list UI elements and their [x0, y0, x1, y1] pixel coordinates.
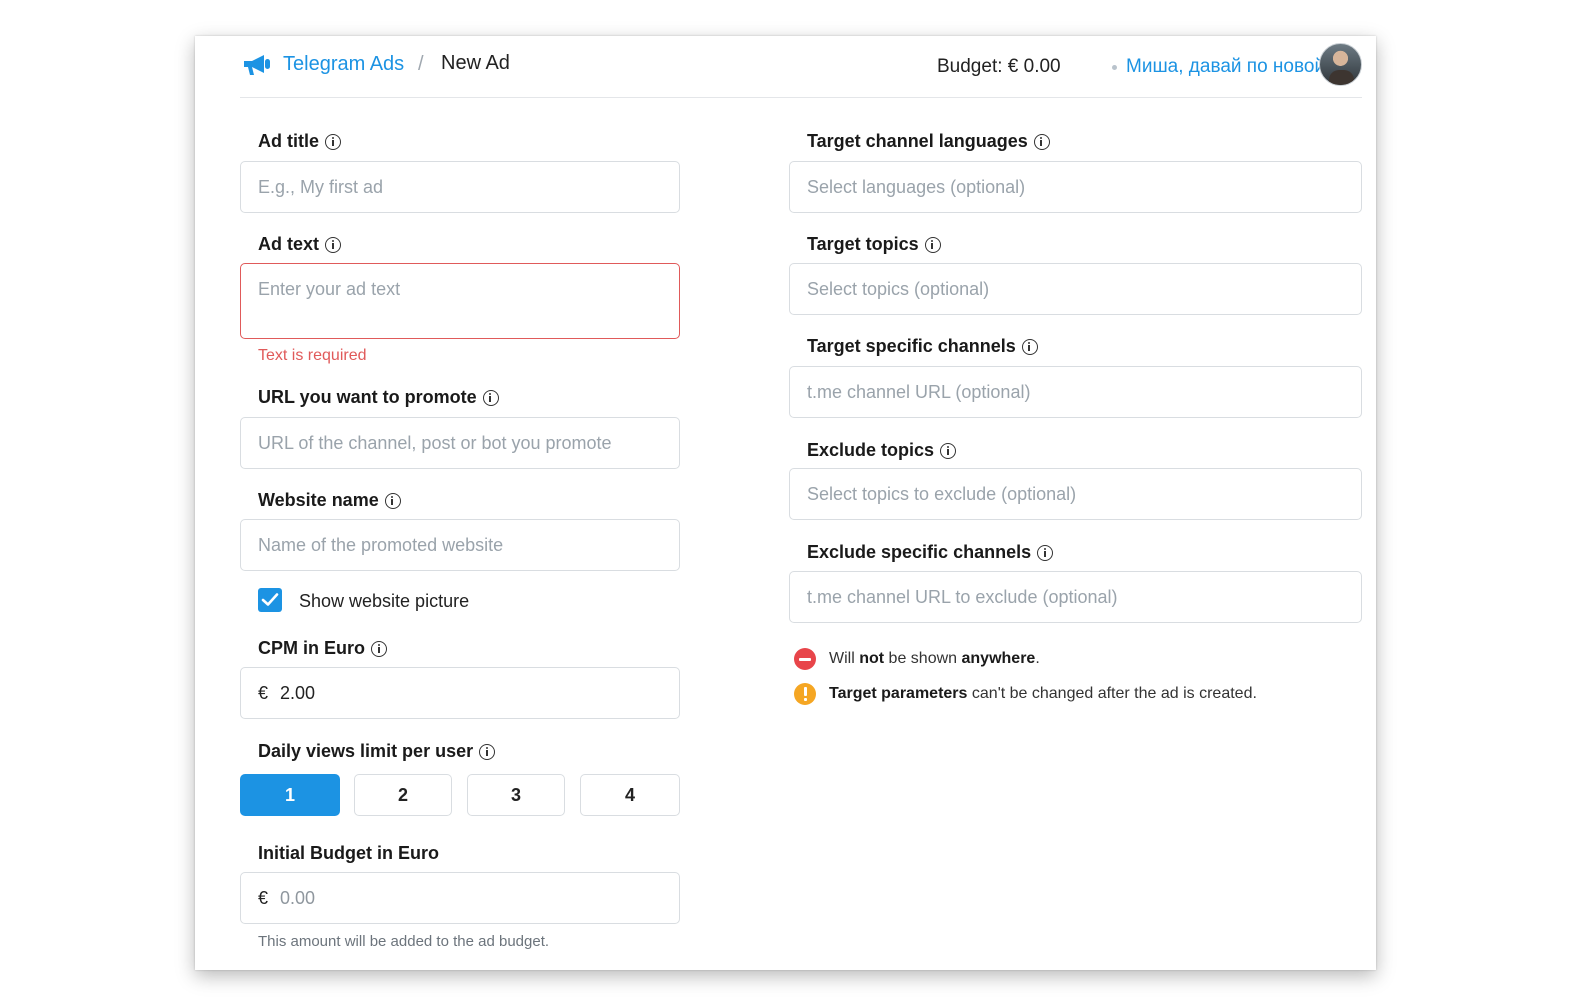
account-name: Миша, давай по новой [1126, 56, 1326, 77]
exclude-topics-select[interactable]: Select topics to exclude (optional) [789, 468, 1362, 520]
notice-2-bold: Target parameters [829, 685, 968, 702]
ad-text-label-text: Ad text [258, 234, 320, 254]
new-ad-card: Telegram Ads / New Ad Budget: € 0.00 Миш… [195, 36, 1376, 970]
channels-label-text: Target specific channels [807, 336, 1016, 356]
channels-input[interactable]: t.me channel URL (optional) [789, 366, 1362, 418]
budget-display: Budget: € 0.00 [937, 56, 1061, 77]
views-option-2[interactable]: 2 [354, 774, 452, 816]
info-icon[interactable] [1037, 544, 1054, 561]
exclude-topics-label-text: Exclude topics [807, 440, 935, 460]
url-placeholder: URL of the channel, post or bot you prom… [258, 432, 612, 453]
megaphone-icon [244, 55, 270, 75]
views-option-3[interactable]: 3 [467, 774, 565, 816]
cpm-label: CPM in Euro [258, 638, 387, 659]
info-icon[interactable] [384, 492, 401, 509]
url-input[interactable]: URL of the channel, post or bot you prom… [240, 417, 680, 469]
notice-1-bold2: anywhere [961, 650, 1036, 667]
info-icon[interactable] [479, 743, 496, 760]
languages-label: Target channel languages [807, 131, 1050, 152]
notice-2-rest: can't be changed after the ad is created… [971, 685, 1257, 702]
separator-dot [1112, 65, 1117, 70]
ad-text-placeholder: Enter your ad text [258, 279, 401, 299]
header: Telegram Ads / New Ad Budget: € 0.00 Миш… [240, 36, 1362, 98]
ad-title-label-text: Ad title [258, 131, 319, 151]
page-title: New Ad [441, 52, 510, 74]
topics-label-text: Target topics [807, 234, 919, 254]
initial-budget-label-text: Initial Budget in Euro [258, 843, 439, 863]
notice-1-pre: Will [829, 650, 855, 667]
notice-1-post: . [1035, 650, 1040, 667]
info-icon[interactable] [940, 442, 957, 459]
info-icon[interactable] [325, 236, 342, 253]
views-option-4[interactable]: 4 [580, 774, 680, 816]
checkmark-icon [261, 593, 279, 606]
notice-1-mid: be shown [888, 650, 958, 667]
ad-title-input[interactable]: E.g., My first ad [240, 161, 680, 213]
exclude-channels-input[interactable]: t.me channel URL to exclude (optional) [789, 571, 1362, 623]
notice-2-text: Target parameters can't be changed after… [829, 685, 1257, 703]
notice-target-params: Target parameters can't be changed after… [794, 683, 1257, 705]
info-icon[interactable] [924, 236, 941, 253]
channels-placeholder: t.me channel URL (optional) [807, 381, 1031, 402]
info-icon[interactable] [1021, 338, 1038, 355]
initial-budget-input[interactable]: € 0.00 [240, 872, 680, 924]
stop-icon [794, 648, 816, 670]
exclude-channels-label: Exclude specific channels [807, 542, 1054, 563]
info-icon[interactable] [371, 640, 387, 657]
topics-placeholder: Select topics (optional) [807, 278, 990, 299]
website-name-label-text: Website name [258, 490, 379, 510]
info-icon[interactable] [482, 389, 499, 406]
avatar[interactable] [1319, 43, 1362, 86]
exclude-channels-label-text: Exclude specific channels [807, 542, 1032, 562]
channels-label: Target specific channels [807, 336, 1038, 357]
cpm-label-text: CPM in Euro [258, 638, 365, 658]
ad-title-placeholder: E.g., My first ad [258, 176, 384, 197]
ad-text-error: Text is required [258, 347, 367, 364]
website-name-label: Website name [258, 490, 401, 511]
website-name-input[interactable]: Name of the promoted website [240, 519, 680, 571]
initial-budget-value: 0.00 [280, 887, 316, 908]
account-dropdown[interactable]: Миша, давай по новой [1126, 56, 1345, 78]
exclude-topics-label: Exclude topics [807, 440, 957, 461]
show-picture-label[interactable]: Show website picture [299, 591, 469, 612]
notice-1-text: Will not be shown anywhere. [829, 650, 1040, 668]
topics-label: Target topics [807, 234, 941, 255]
daily-views-label: Daily views limit per user [258, 741, 496, 762]
info-icon[interactable] [325, 133, 341, 150]
info-icon[interactable] [1033, 133, 1050, 150]
exclude-topics-placeholder: Select topics to exclude (optional) [807, 483, 1077, 504]
ad-text-label: Ad text [258, 234, 342, 255]
breadcrumb-separator: / [418, 53, 424, 75]
languages-label-text: Target channel languages [807, 131, 1028, 151]
warning-icon [794, 683, 816, 705]
euro-symbol: € [258, 887, 269, 908]
website-name-placeholder: Name of the promoted website [258, 534, 504, 555]
notice-1-bold1: not [859, 650, 885, 667]
languages-select[interactable]: Select languages (optional) [789, 161, 1362, 213]
daily-views-label-text: Daily views limit per user [258, 741, 474, 761]
views-option-1[interactable]: 1 [240, 774, 340, 816]
url-label-text: URL you want to promote [258, 387, 477, 407]
brand-link[interactable]: Telegram Ads [283, 53, 404, 76]
initial-budget-label: Initial Budget in Euro [258, 843, 439, 864]
initial-budget-hint: This amount will be added to the ad budg… [258, 933, 550, 950]
cpm-value: 2.00 [280, 682, 316, 703]
ad-title-label: Ad title [258, 131, 341, 152]
notice-not-shown: Will not be shown anywhere. [794, 648, 1040, 670]
euro-symbol: € [258, 682, 269, 703]
url-label: URL you want to promote [258, 387, 499, 408]
show-picture-checkbox[interactable] [258, 588, 282, 612]
cpm-input[interactable]: € 2.00 [240, 667, 680, 719]
topics-select[interactable]: Select topics (optional) [789, 263, 1362, 315]
ad-text-input[interactable]: Enter your ad text [240, 263, 680, 339]
languages-placeholder: Select languages (optional) [807, 176, 1026, 197]
exclude-channels-placeholder: t.me channel URL to exclude (optional) [807, 586, 1118, 607]
